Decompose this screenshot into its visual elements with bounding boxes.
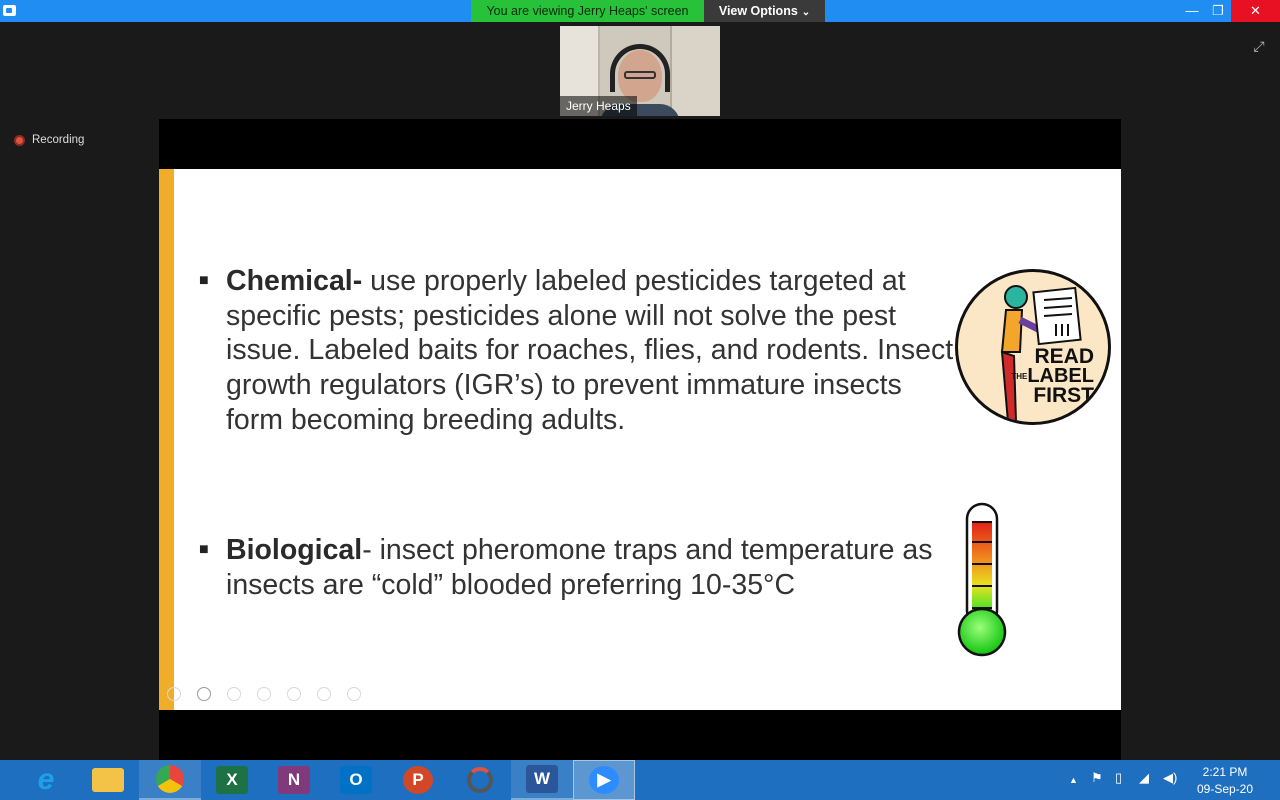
system-clock[interactable]: 2:21 PM 09-Sep-20	[1190, 764, 1260, 798]
record-icon	[14, 134, 25, 146]
show-hidden-icons-chevron-icon[interactable]: ▲	[1069, 775, 1078, 785]
more-options-icon[interactable]	[347, 687, 361, 701]
zoom-icon[interactable]	[287, 687, 301, 701]
subtitles-icon[interactable]	[317, 687, 331, 701]
recording-label: Recording	[32, 134, 85, 146]
badge-text-the: THE	[1011, 372, 1028, 382]
internet-explorer-icon: e	[37, 763, 55, 796]
taskbar-file-explorer[interactable]	[77, 760, 139, 800]
participant-video-tile[interactable]: Jerry Heaps	[560, 26, 720, 116]
thermometer-icon	[957, 502, 1007, 657]
taskbar-chrome[interactable]	[139, 760, 201, 800]
badge-text-first: FIRST	[1033, 384, 1094, 407]
view-options-button[interactable]: View Options ⌄	[704, 0, 825, 22]
close-button[interactable]: ✕	[1231, 0, 1280, 22]
taskbar-word[interactable]: W	[511, 760, 573, 800]
read-the-label-first-badge: READ THELABEL FIRST	[955, 269, 1111, 425]
pen-icon[interactable]	[227, 687, 241, 701]
next-slide-icon[interactable]	[197, 687, 211, 701]
presentation-slide: ■ Chemical- use properly labeled pestici…	[159, 169, 1121, 710]
slideshow-toolbar	[167, 687, 361, 701]
bullet-biological: ■ Biological- insect pheromone traps and…	[199, 533, 949, 653]
excel-icon: X	[216, 766, 248, 794]
bullet-chemical: ■ Chemical- use properly labeled pestici…	[199, 264, 953, 484]
clock-time: 2:21 PM	[1202, 765, 1248, 779]
onenote-icon: N	[278, 766, 310, 794]
bullet-term: Biological	[226, 534, 363, 566]
taskbar-powerpoint[interactable]: P	[387, 760, 449, 800]
powerpoint-icon: P	[403, 766, 433, 794]
zoom-icon: ▶	[589, 766, 619, 794]
taskbar-onenote[interactable]: N	[263, 760, 325, 800]
network-icon[interactable]: ◢	[1139, 770, 1149, 786]
windows-taskbar: e X N O P W ▶	[0, 760, 1280, 800]
title-bar: You are viewing Jerry Heaps' screen View…	[0, 0, 1280, 22]
clock-date: 09-Sep-20	[1196, 782, 1254, 796]
folder-icon	[92, 768, 124, 792]
video-background-door	[670, 26, 720, 116]
zoom-meeting-window: You are viewing Jerry Heaps' screen View…	[0, 0, 1280, 800]
view-options-label: View Options	[718, 4, 798, 18]
word-icon: W	[526, 765, 558, 793]
slide-accent-bar	[159, 169, 174, 710]
sync-icon	[467, 767, 493, 793]
taskbar-outlook[interactable]: O	[325, 760, 387, 800]
restore-button[interactable]: ❐	[1203, 0, 1233, 22]
taskbar-sync[interactable]	[449, 760, 511, 800]
chrome-icon	[156, 765, 184, 793]
action-center-flag-icon[interactable]: ⚑	[1091, 770, 1103, 786]
fullscreen-expand-icon[interactable]: ⤢	[1249, 36, 1269, 56]
bullet-square-icon: ■	[199, 272, 209, 289]
see-all-slides-icon[interactable]	[257, 687, 271, 701]
headset-icon	[610, 44, 670, 92]
outlook-icon: O	[340, 766, 372, 794]
shared-screen[interactable]: ■ Chemical- use properly labeled pestici…	[159, 119, 1121, 760]
bullet-square-icon: ■	[199, 541, 209, 558]
taskbar-zoom[interactable]: ▶	[573, 760, 635, 800]
bullet-text: Chemical- use properly labeled pesticide…	[226, 264, 956, 438]
bullet-text: Biological- insect pheromone traps and t…	[226, 533, 956, 602]
taskbar-internet-explorer[interactable]: e	[15, 760, 77, 800]
participant-name: Jerry Heaps	[560, 96, 637, 116]
recording-indicator[interactable]: Recording	[14, 132, 84, 148]
previous-slide-icon[interactable]	[167, 687, 181, 701]
volume-icon[interactable]: ◀)	[1163, 770, 1177, 786]
viewing-screen-banner: You are viewing Jerry Heaps' screen	[471, 0, 704, 22]
chevron-down-icon: ⌄	[801, 7, 811, 18]
taskbar-excel[interactable]: X	[201, 760, 263, 800]
power-icon[interactable]: ▯	[1115, 770, 1122, 786]
bullet-term: Chemical-	[226, 265, 363, 297]
zoom-logo-icon	[3, 5, 16, 16]
